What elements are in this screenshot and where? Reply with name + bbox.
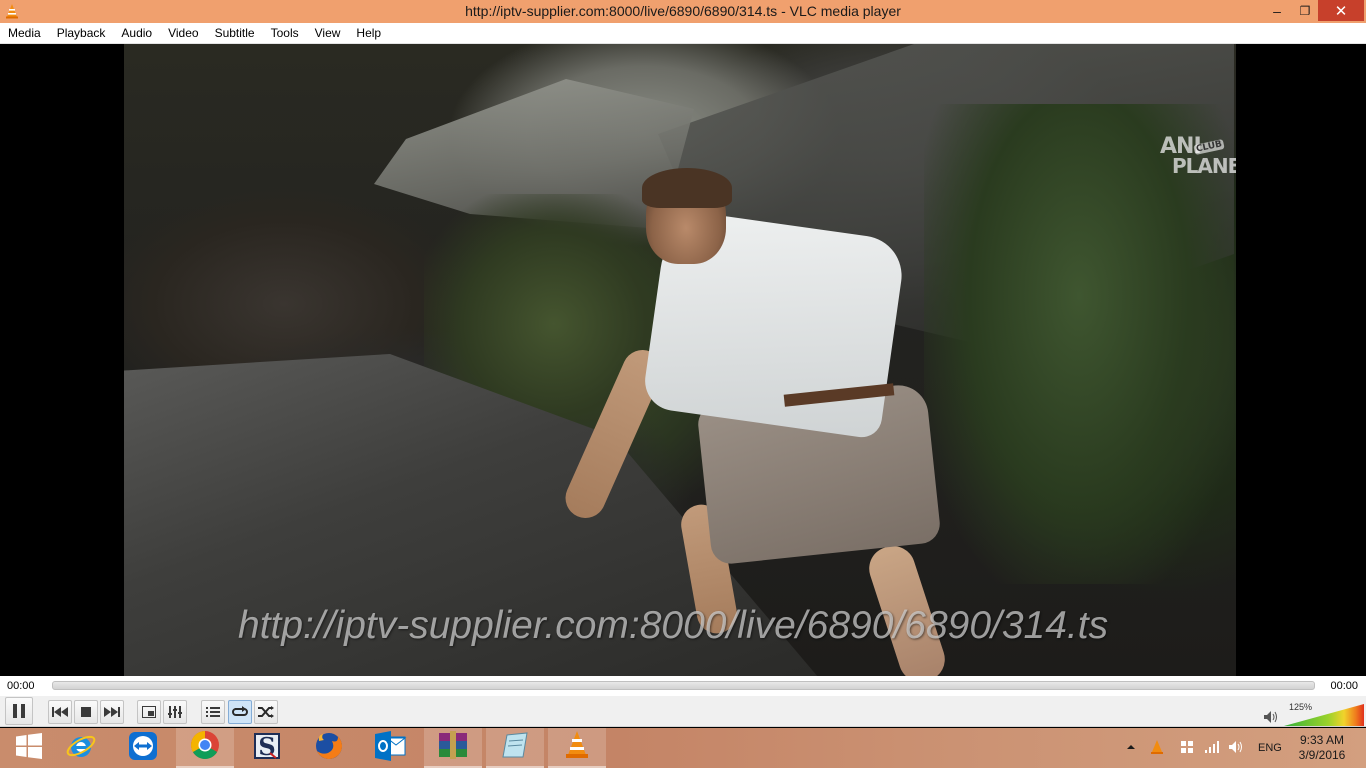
channel-logo: ANI CLUB PLANET xyxy=(1160,134,1236,184)
taskbar-internet-explorer[interactable] xyxy=(52,728,110,768)
taskbar-vlc[interactable] xyxy=(548,728,606,768)
taskbar-chrome[interactable] xyxy=(176,728,234,768)
windows-taskbar: S ENG 9:33 AM 3/9/2016 xyxy=(0,728,1366,768)
start-button[interactable] xyxy=(0,728,58,768)
channel-logo-text: PLANET xyxy=(1172,154,1236,178)
stop-button[interactable] xyxy=(74,700,98,724)
shuffle-icon xyxy=(258,706,274,718)
loop-button[interactable] xyxy=(228,700,252,724)
menu-subtitle[interactable]: Subtitle xyxy=(207,23,263,44)
title-bar[interactable]: http://iptv-supplier.com:8000/live/6890/… xyxy=(0,0,1366,23)
loop-icon xyxy=(232,706,248,718)
clock-time: 9:33 AM xyxy=(1299,733,1345,747)
teamviewer-icon xyxy=(128,731,158,766)
menu-media[interactable]: Media xyxy=(0,23,49,44)
taskbar-winrar[interactable] xyxy=(424,728,482,768)
tray-vlc[interactable] xyxy=(1150,728,1164,768)
firefox-icon xyxy=(314,731,344,766)
pause-button[interactable] xyxy=(5,697,33,725)
video-person-hair xyxy=(642,168,732,208)
window-title: http://iptv-supplier.com:8000/live/6890/… xyxy=(465,3,901,19)
taskbar-outlook[interactable] xyxy=(362,728,420,768)
next-button[interactable] xyxy=(100,700,124,724)
playlist-button[interactable] xyxy=(201,700,225,724)
volume-control[interactable]: 125% xyxy=(1262,702,1366,728)
volume-percent: 125% xyxy=(1289,702,1313,712)
vlc-window: http://iptv-supplier.com:8000/live/6890/… xyxy=(0,0,1366,768)
controls-bar xyxy=(0,696,1366,727)
seek-bar-row: 00:00 00:00 xyxy=(0,676,1366,696)
notepad-app-icon xyxy=(501,731,529,764)
tray-volume[interactable] xyxy=(1228,728,1244,768)
taskbar-sniper-app[interactable]: S xyxy=(238,728,296,768)
equalizer-icon xyxy=(168,706,182,718)
tray-language[interactable]: ENG xyxy=(1258,728,1282,768)
menu-tools[interactable]: Tools xyxy=(263,23,307,44)
menu-help[interactable]: Help xyxy=(348,23,389,44)
tray-network[interactable] xyxy=(1204,728,1220,768)
speaker-icon[interactable] xyxy=(1264,711,1278,726)
elapsed-time[interactable]: 00:00 xyxy=(7,680,35,692)
video-frame[interactable]: ANI CLUB PLANET xyxy=(124,44,1236,676)
clock-date: 3/9/2016 xyxy=(1298,748,1346,762)
tray-clock[interactable]: 9:33 AM 3/9/2016 xyxy=(1296,733,1348,763)
sniper-app-icon: S xyxy=(252,731,282,766)
previous-button[interactable] xyxy=(48,700,72,724)
menu-bar: Media Playback Audio Video Subtitle Tool… xyxy=(0,23,1366,44)
chrome-icon xyxy=(190,730,220,765)
menu-audio[interactable]: Audio xyxy=(113,23,160,44)
maximize-button[interactable]: ❐ xyxy=(1290,0,1320,21)
playlist-icon xyxy=(206,706,220,718)
fullscreen-icon xyxy=(142,706,156,718)
speaker-icon xyxy=(1228,740,1244,757)
menu-view[interactable]: View xyxy=(307,23,349,44)
minimize-button[interactable]: – xyxy=(1262,0,1292,21)
extended-settings-button[interactable] xyxy=(163,700,187,724)
taskbar-firefox[interactable] xyxy=(300,728,358,768)
network-signal-icon xyxy=(1204,740,1220,757)
video-title-overlay: http://iptv-supplier.com:8000/live/6890/… xyxy=(238,604,1109,647)
stop-icon xyxy=(81,707,91,717)
taskbar-teamviewer[interactable] xyxy=(114,728,172,768)
winrar-icon xyxy=(437,730,469,764)
skip-previous-icon xyxy=(52,707,68,717)
tray-action-center[interactable] xyxy=(1180,728,1194,768)
taskbar-notepad-app[interactable] xyxy=(486,728,544,768)
menu-playback[interactable]: Playback xyxy=(49,23,114,44)
tray-overflow[interactable] xyxy=(1126,728,1140,768)
video-area[interactable]: ANI CLUB PLANET http://iptv-supplier.com… xyxy=(0,44,1366,676)
vlc-cone-icon xyxy=(1150,739,1164,758)
fullscreen-button[interactable] xyxy=(137,700,161,724)
chevron-up-icon xyxy=(1126,742,1136,754)
total-time[interactable]: 00:00 xyxy=(1330,680,1358,692)
vlc-cone-icon xyxy=(563,730,591,765)
skip-next-icon xyxy=(104,707,120,717)
shuffle-button[interactable] xyxy=(254,700,278,724)
menu-video[interactable]: Video xyxy=(160,23,206,44)
outlook-icon xyxy=(375,730,407,766)
internet-explorer-icon xyxy=(65,730,97,767)
pause-icon xyxy=(12,703,26,719)
windows-logo-icon xyxy=(16,732,42,764)
close-button[interactable]: ✕ xyxy=(1318,0,1364,21)
seek-slider[interactable] xyxy=(52,681,1315,690)
flag-icon xyxy=(1180,740,1194,757)
